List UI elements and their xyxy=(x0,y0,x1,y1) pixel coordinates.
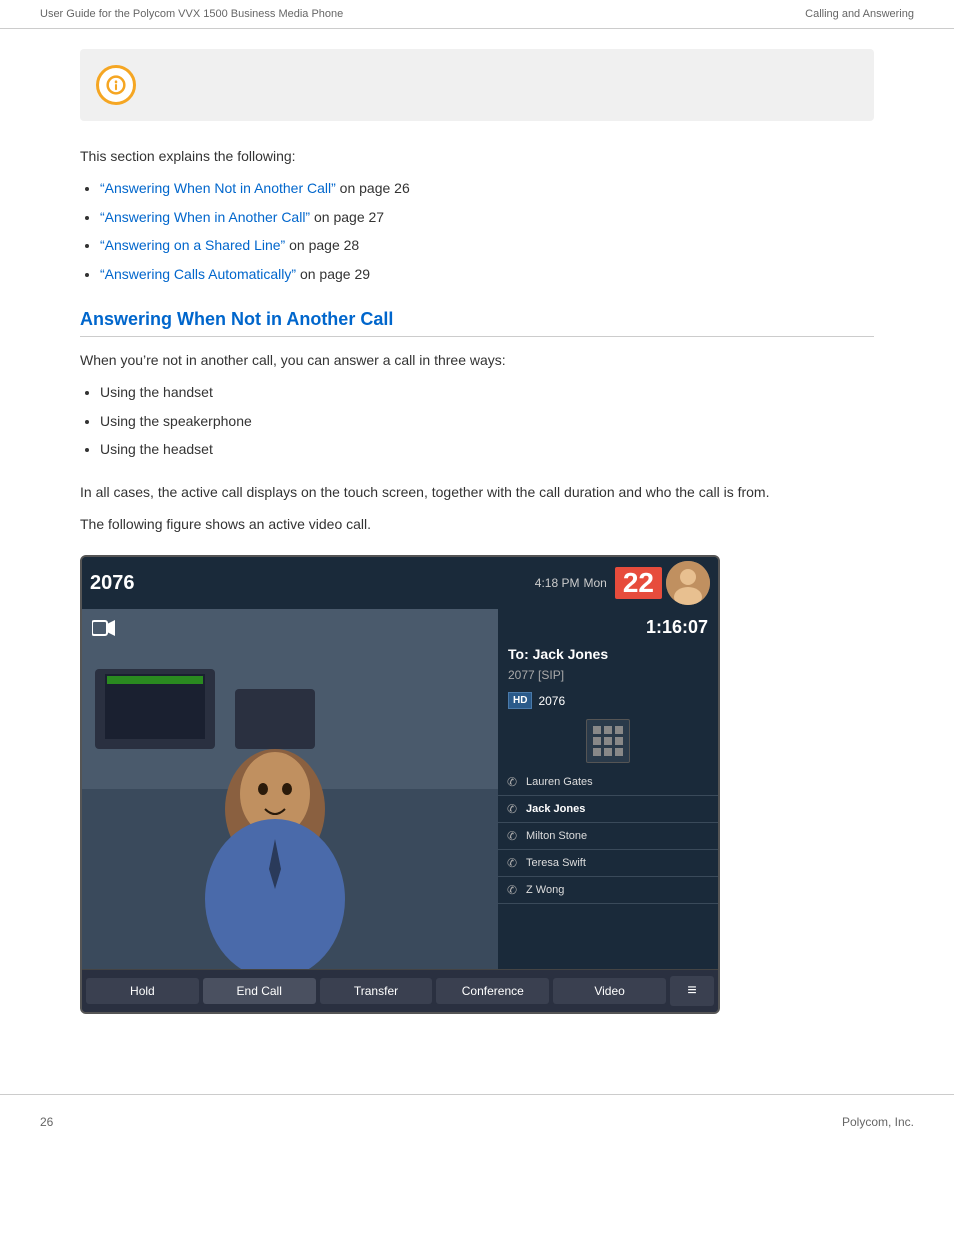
main-content: This section explains the following: “An… xyxy=(0,29,954,1054)
directory-list: ✆ Lauren Gates ✆ Jack Jones ✆ Milton Stone ✆ Te… xyxy=(498,769,718,969)
list-item-link-3: “Answering on a Shared Line” on page 28 xyxy=(100,234,874,256)
list-item-link-1: “Answering When Not in Another Call” on … xyxy=(100,177,874,199)
keypad-dot xyxy=(593,737,601,745)
list-item-link-4: “Answering Calls Automatically” on page … xyxy=(100,263,874,285)
note-text-area xyxy=(148,65,858,95)
status-bar-right: 4:18 PM Mon 22 xyxy=(535,561,710,605)
contact-avatar xyxy=(666,561,710,605)
status-time: 4:18 PM xyxy=(535,576,580,590)
main-ext: 2076 xyxy=(90,572,135,594)
directory-item[interactable]: ✆ Z Wong xyxy=(498,877,718,904)
phone-icon: ✆ xyxy=(504,775,520,789)
call-to: To: Jack Jones xyxy=(498,642,718,666)
directory-name: Z Wong xyxy=(526,884,564,896)
link-4[interactable]: “Answering Calls Automatically” xyxy=(100,266,296,282)
directory-name: Milton Stone xyxy=(526,830,587,842)
hd-area: HD 2076 xyxy=(498,688,718,713)
info-icon xyxy=(106,75,126,95)
keypad-dot xyxy=(604,726,612,734)
link-2[interactable]: “Answering When in Another Call” xyxy=(100,209,310,225)
video-panel xyxy=(82,609,498,969)
section-para1: When you’re not in another call, you can… xyxy=(80,349,874,371)
directory-item[interactable]: ✆ Milton Stone xyxy=(498,823,718,850)
date-number: 22 xyxy=(615,567,662,599)
hd-icon: HD xyxy=(508,692,532,709)
directory-item[interactable]: ✆ Jack Jones xyxy=(498,796,718,823)
avatar-small xyxy=(666,561,710,605)
header-left: User Guide for the Polycom VVX 1500 Busi… xyxy=(40,8,343,20)
page-header: User Guide for the Polycom VVX 1500 Busi… xyxy=(0,0,954,29)
transfer-button[interactable]: Transfer xyxy=(320,978,433,1004)
keypad-dot xyxy=(615,726,623,734)
list-item-link-2: “Answering When in Another Call” on page… xyxy=(100,206,874,228)
keypad-dot xyxy=(615,748,623,756)
list-item: Using the handset xyxy=(100,381,874,403)
bottom-toolbar: Hold End Call Transfer Conference Video … xyxy=(82,969,718,1012)
video-button[interactable]: Video xyxy=(553,978,666,1004)
video-camera-icon xyxy=(92,619,116,643)
end-call-button[interactable]: End Call xyxy=(203,978,316,1004)
status-bar: 2076 4:18 PM Mon 22 xyxy=(82,557,718,609)
note-icon xyxy=(96,65,136,105)
phone-figure: 2076 4:18 PM Mon 22 xyxy=(80,555,720,1014)
keypad-dot xyxy=(615,737,623,745)
directory-name: Lauren Gates xyxy=(526,776,593,788)
day-label: Mon xyxy=(584,576,607,590)
hold-button[interactable]: Hold xyxy=(86,978,199,1004)
menu-button[interactable]: ≡ xyxy=(670,976,714,1006)
page-number: 26 xyxy=(40,1115,53,1129)
status-bar-left: 2076 xyxy=(90,572,135,595)
page-footer: 26 Polycom, Inc. xyxy=(0,1094,954,1149)
link-1[interactable]: “Answering When Not in Another Call” xyxy=(100,180,336,196)
header-right: Calling and Answering xyxy=(805,8,914,20)
answer-methods-list: Using the handset Using the speakerphone… xyxy=(100,381,874,460)
note-box xyxy=(80,49,874,121)
keypad-dot xyxy=(593,748,601,756)
keypad-area xyxy=(498,713,718,769)
directory-name: Teresa Swift xyxy=(526,857,586,869)
phone-icon: ✆ xyxy=(504,802,520,816)
section-para2: In all cases, the active call displays o… xyxy=(80,481,874,503)
phone-icon: ✆ xyxy=(504,856,520,870)
call-area: 1:16:07 To: Jack Jones 2077 [SIP] HD 207… xyxy=(82,609,718,969)
keypad-dot xyxy=(604,737,612,745)
info-panel: 1:16:07 To: Jack Jones 2077 [SIP] HD 207… xyxy=(498,609,718,969)
keypad-dot xyxy=(604,748,612,756)
company-name: Polycom, Inc. xyxy=(842,1115,914,1129)
camera-icon xyxy=(92,619,116,637)
ext-label: 2076 xyxy=(538,694,565,708)
list-item: Using the headset xyxy=(100,438,874,460)
section-heading: Answering When Not in Another Call xyxy=(80,309,874,337)
list-item: Using the speakerphone xyxy=(100,410,874,432)
directory-item[interactable]: ✆ Teresa Swift xyxy=(498,850,718,877)
link-3[interactable]: “Answering on a Shared Line” xyxy=(100,237,285,253)
directory-name: Jack Jones xyxy=(526,803,585,815)
video-scene xyxy=(82,609,498,969)
conference-button[interactable]: Conference xyxy=(436,978,549,1004)
keypad-grid xyxy=(586,719,630,763)
call-timer: 1:16:07 xyxy=(498,609,718,642)
keypad-dot xyxy=(593,726,601,734)
directory-item[interactable]: ✆ Lauren Gates xyxy=(498,769,718,796)
phone-icon: ✆ xyxy=(504,829,520,843)
call-number: 2077 [SIP] xyxy=(498,666,718,688)
intro-text: This section explains the following: xyxy=(80,145,874,167)
intro-links-list: “Answering When Not in Another Call” on … xyxy=(100,177,874,285)
phone-icon: ✆ xyxy=(504,883,520,897)
video-background xyxy=(82,609,498,969)
section-para3: The following figure shows an active vid… xyxy=(80,513,874,535)
